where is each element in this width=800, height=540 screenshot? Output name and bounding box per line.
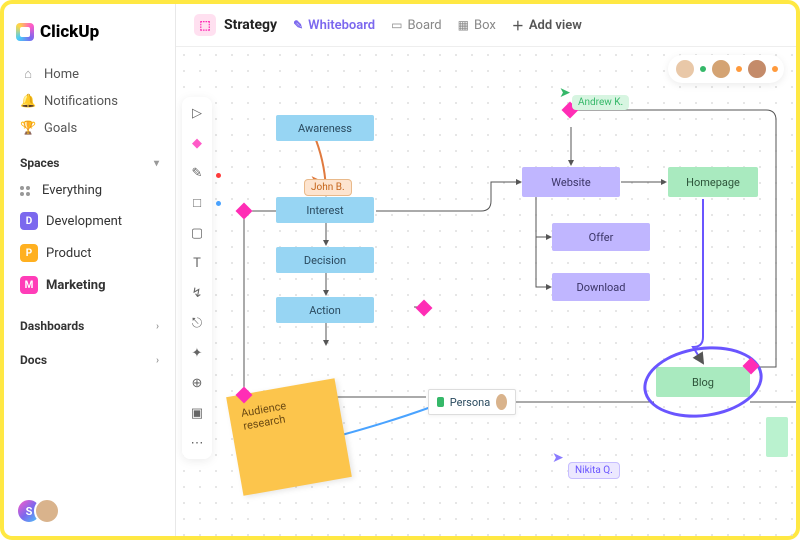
plus-icon: ＋: [512, 17, 524, 34]
docs-header[interactable]: Docs ›: [16, 353, 163, 367]
node-homepage[interactable]: Homepage: [668, 167, 758, 197]
cursor-arrow-icon: ➤: [552, 450, 564, 466]
page-title-text: Strategy: [224, 17, 277, 33]
cursor-nikita: Nikita Q.: [568, 462, 620, 479]
spaces-header-label: Spaces: [20, 156, 59, 170]
space-badge-m: M: [20, 276, 38, 294]
node-offer[interactable]: Offer: [552, 223, 650, 251]
select-tool-icon[interactable]: ▷: [187, 103, 207, 123]
grid-icon: [20, 186, 34, 196]
view-add[interactable]: ＋ Add view: [512, 17, 582, 34]
view-board[interactable]: ▭ Board: [391, 18, 442, 33]
space-product-label: Product: [46, 246, 91, 261]
sidebar-avatars: S: [16, 498, 163, 524]
trophy-icon: 🏆: [20, 121, 36, 136]
clickup-tool-icon[interactable]: ◆: [187, 133, 207, 153]
topbar: ⬚ Strategy ✎ Whiteboard ▭ Board ▦ Box ＋ …: [176, 4, 796, 47]
persona-color-icon: [437, 397, 444, 407]
board-icon: ▭: [391, 18, 402, 32]
space-badge-d: D: [20, 212, 38, 230]
view-box[interactable]: ▦ Box: [458, 18, 496, 33]
node-action[interactable]: Action: [276, 297, 374, 323]
whiteboard-canvas[interactable]: ▷ ◆ ✎ □ ▢ T ↯ ⎋ ✦ ⊕ ▣ ⋯: [176, 47, 796, 536]
sidebar: ClickUp ⌂ Home 🔔 Notifications 🏆 Goals S…: [4, 4, 176, 536]
cursor-john: John B.: [304, 179, 352, 196]
nav-goals[interactable]: 🏆 Goals: [16, 115, 163, 142]
chevron-right-icon: ›: [156, 355, 159, 366]
color-dot-red: [216, 173, 221, 178]
node-interest[interactable]: Interest: [276, 197, 374, 223]
brand-name: ClickUp: [40, 22, 99, 42]
node-green-partial[interactable]: [766, 417, 788, 457]
status-dot-away: [772, 66, 778, 72]
image-tool-icon[interactable]: ▣: [187, 403, 207, 423]
diamond-handle[interactable]: [416, 300, 433, 317]
space-product[interactable]: P Product: [16, 237, 163, 269]
home-icon: ⌂: [20, 66, 36, 82]
view-whiteboard-label: Whiteboard: [308, 18, 375, 33]
node-download[interactable]: Download: [552, 273, 650, 301]
nav-home[interactable]: ⌂ Home: [16, 60, 163, 88]
nav-notifications[interactable]: 🔔 Notifications: [16, 88, 163, 115]
node-persona[interactable]: Persona: [428, 389, 516, 415]
avatar-3[interactable]: [746, 58, 768, 80]
node-awareness[interactable]: Awareness: [276, 115, 374, 141]
docs-label: Docs: [20, 353, 47, 367]
color-dot-blue: [216, 201, 221, 206]
dashboards-label: Dashboards: [20, 319, 84, 333]
status-dot-away: [736, 66, 742, 72]
connector-tool-icon[interactable]: ↯: [187, 283, 207, 303]
sparkle-tool-icon[interactable]: ✦: [187, 343, 207, 363]
space-badge-p: P: [20, 244, 38, 262]
space-development[interactable]: D Development: [16, 205, 163, 237]
persona-label: Persona: [450, 396, 490, 409]
cursor-arrow-icon: ➤: [559, 85, 571, 101]
square-tool-icon[interactable]: □: [187, 193, 207, 213]
persona-avatar: [496, 394, 507, 410]
node-website[interactable]: Website: [522, 167, 620, 197]
more-tool-icon[interactable]: ⋯: [187, 433, 207, 453]
pen-tool-icon[interactable]: ✎: [187, 163, 207, 183]
nav-goals-label: Goals: [44, 121, 77, 136]
text-tool-icon[interactable]: T: [187, 253, 207, 273]
clickup-icon: [16, 23, 34, 41]
avatar-1[interactable]: [674, 58, 696, 80]
brand-logo: ClickUp: [16, 22, 163, 42]
box-icon: ▦: [458, 18, 469, 32]
avatar-2[interactable]: [710, 58, 732, 80]
note-tool-icon[interactable]: ▢: [187, 223, 207, 243]
canvas-toolbar: ▷ ◆ ✎ □ ▢ T ↯ ⎋ ✦ ⊕ ▣ ⋯: [182, 97, 212, 459]
diamond-handle[interactable]: [236, 203, 253, 220]
globe-tool-icon[interactable]: ⊕: [187, 373, 207, 393]
cursor-andrew: Andrew K.: [572, 95, 629, 110]
whiteboard-icon: ✎: [293, 18, 303, 32]
dashboards-header[interactable]: Dashboards ›: [16, 319, 163, 333]
space-everything[interactable]: Everything: [16, 176, 163, 205]
node-blog[interactable]: Blog: [656, 367, 750, 397]
status-dot-online: [700, 66, 706, 72]
view-add-label: Add view: [529, 18, 582, 33]
space-marketing-label: Marketing: [46, 278, 106, 293]
view-whiteboard[interactable]: ✎ Whiteboard: [293, 18, 375, 33]
bell-icon: 🔔: [20, 94, 36, 109]
main: ⬚ Strategy ✎ Whiteboard ▭ Board ▦ Box ＋ …: [176, 4, 796, 536]
branch-tool-icon[interactable]: ⎋: [187, 313, 207, 333]
nav-home-label: Home: [44, 67, 79, 82]
avatar-user-2[interactable]: [34, 498, 60, 524]
space-everything-label: Everything: [42, 183, 102, 198]
node-decision[interactable]: Decision: [276, 247, 374, 273]
nav-notifications-label: Notifications: [44, 94, 118, 109]
page-title: ⬚ Strategy: [194, 14, 277, 36]
sticky-text: Audience research: [240, 399, 287, 433]
view-box-label: Box: [474, 18, 496, 33]
space-marketing[interactable]: M Marketing: [16, 269, 163, 301]
cube-icon: ⬚: [194, 14, 216, 36]
spaces-header[interactable]: Spaces ▾: [16, 156, 163, 170]
presence-avatars: [668, 55, 784, 83]
space-development-label: Development: [46, 214, 122, 229]
chevron-down-icon: ▾: [154, 158, 159, 169]
view-board-label: Board: [407, 18, 441, 33]
chevron-right-icon: ›: [156, 321, 159, 332]
